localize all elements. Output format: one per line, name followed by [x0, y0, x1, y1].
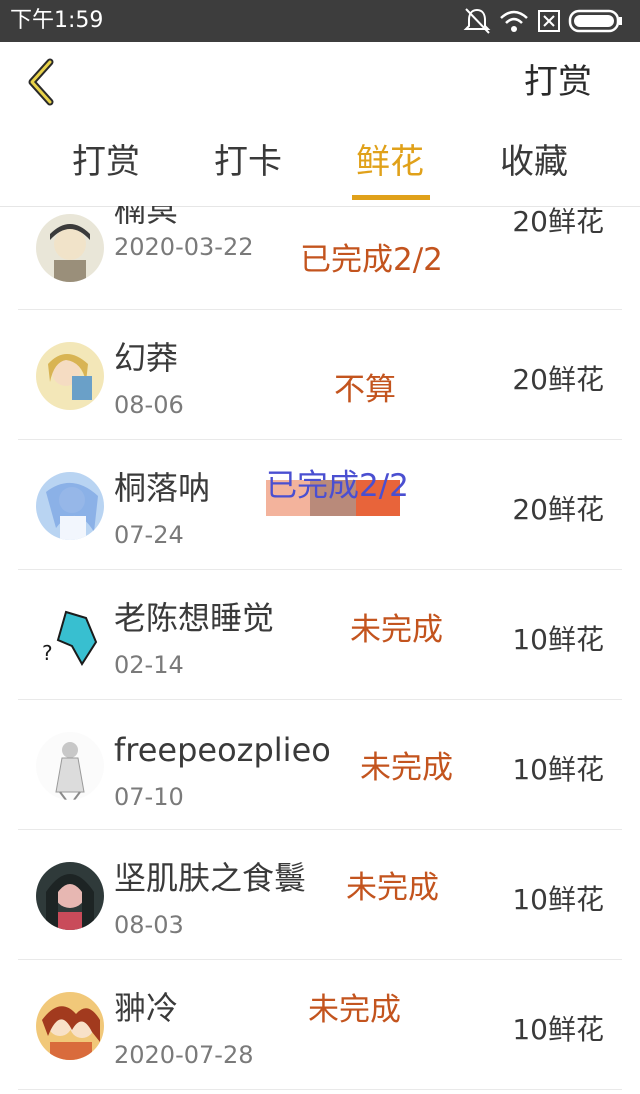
divider	[18, 1089, 622, 1090]
list-item[interactable]: ? 老陈想睡觉 02-14 未完成 10鲜花	[0, 570, 640, 700]
annotation-label: 未完成	[360, 750, 453, 786]
mute-icon	[463, 8, 491, 34]
status-icons	[462, 5, 632, 37]
status-bar: 下午1:59	[0, 0, 640, 42]
annotation-label: 未完成	[308, 992, 401, 1028]
annotation-label: 未完成	[346, 870, 439, 906]
avatar[interactable]	[36, 342, 104, 410]
list-item[interactable]: freepeozplieo 07-10 未完成 10鲜花	[0, 700, 640, 830]
avatar[interactable]	[36, 472, 104, 540]
avatar[interactable]	[36, 214, 104, 282]
avatar[interactable]	[36, 992, 104, 1060]
flower-amount: 10鲜花	[512, 1013, 604, 1046]
reward-date: 07-24	[114, 521, 184, 549]
reward-date: 2020-03-22	[114, 233, 254, 261]
annotation-label: 已完成2/2	[300, 242, 443, 278]
status-time: 下午1:59	[10, 8, 104, 33]
chevron-left-icon	[28, 58, 54, 106]
tab-flowers[interactable]: 鲜花	[330, 140, 450, 184]
reward-date: 07-10	[114, 783, 184, 811]
reward-date: 08-03	[114, 911, 184, 939]
sim-icon	[538, 10, 560, 32]
svg-text:?: ?	[42, 641, 53, 665]
user-name: 翀冷	[114, 989, 179, 1027]
user-name: 坚肌肤之食鬟	[114, 859, 307, 897]
user-name: 老陈想睡觉	[114, 599, 275, 637]
tab-reward[interactable]: 打赏	[46, 140, 166, 184]
reward-date: 02-14	[114, 651, 184, 679]
tab-bar: 打赏 打卡 鲜花 收藏	[0, 122, 640, 207]
app-bar: 打赏	[0, 42, 640, 122]
list-item[interactable]: 翀冷 2020-07-28 未完成 10鲜花	[0, 960, 640, 1090]
flower-amount: 10鲜花	[512, 623, 604, 656]
user-name: freepeozplieo	[114, 731, 331, 769]
reward-date: 2020-07-28	[114, 1041, 254, 1069]
avatar[interactable]	[36, 732, 104, 800]
flower-amount: 10鲜花	[512, 883, 604, 916]
avatar[interactable]: ?	[36, 602, 104, 670]
back-button[interactable]	[20, 54, 64, 110]
annotation-label: 未完成	[350, 612, 443, 648]
list-item[interactable]: 楠冥 2020-03-22 已完成2/2 20鲜花	[0, 206, 640, 310]
reward-date: 08-06	[114, 391, 184, 419]
wifi-icon	[500, 10, 528, 32]
user-name: 桐落呐	[114, 469, 211, 507]
annotation-label: 不算	[334, 372, 396, 408]
list-item[interactable]: 幻莽 08-06 不算 20鲜花	[0, 310, 640, 440]
flower-amount: 10鲜花	[512, 753, 604, 786]
battery-icon	[568, 9, 622, 33]
avatar[interactable]	[36, 862, 104, 930]
header-action-reward[interactable]: 打赏	[524, 60, 592, 104]
tab-favorites[interactable]: 收藏	[474, 140, 594, 184]
active-tab-indicator	[352, 195, 430, 200]
flower-list[interactable]: 楠冥 2020-03-22 已完成2/2 20鲜花 幻莽 08-06 不算 20…	[0, 206, 640, 1094]
annotation-label: 已完成2/2	[266, 468, 409, 504]
list-item[interactable]: 坚肌肤之食鬟 08-03 未完成 10鲜花	[0, 830, 640, 960]
user-name: 楠冥	[114, 206, 179, 229]
user-name: 幻莽	[114, 339, 179, 377]
flower-amount: 20鲜花	[512, 206, 604, 238]
flower-amount: 20鲜花	[512, 363, 604, 396]
flower-amount: 20鲜花	[512, 493, 604, 526]
tab-checkin[interactable]: 打卡	[188, 140, 308, 184]
